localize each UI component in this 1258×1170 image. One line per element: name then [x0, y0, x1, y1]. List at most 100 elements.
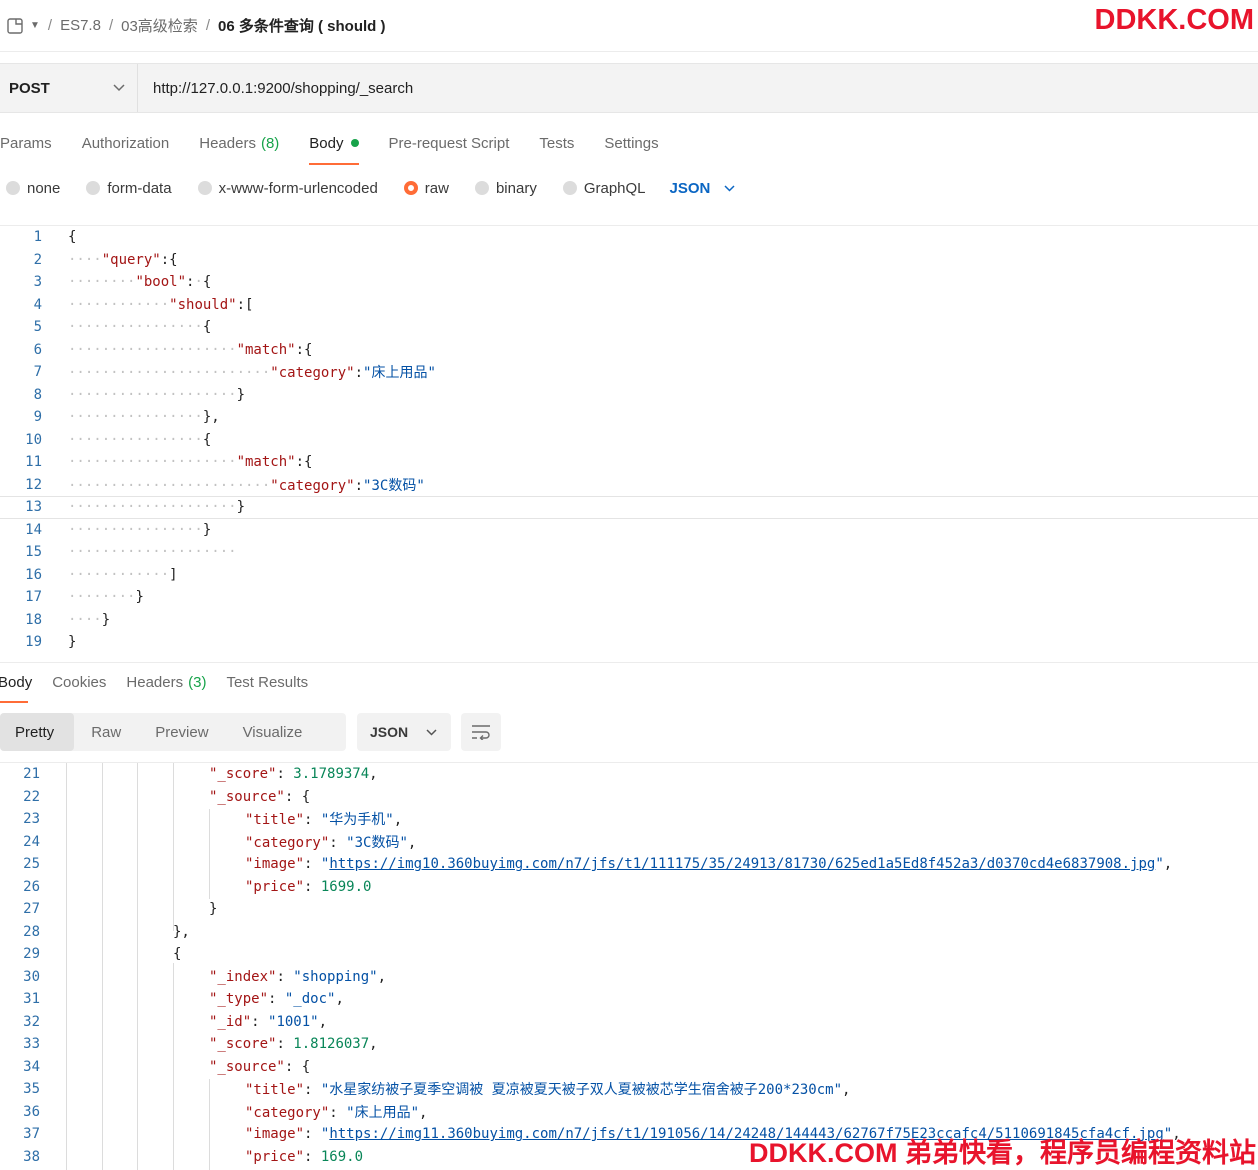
response-body-viewer[interactable]: 21 "_score": 3.1789374, 22 "_source": { 23…: [0, 762, 1258, 1170]
tab-tests[interactable]: Tests: [539, 120, 574, 166]
line-number: 38: [23, 1148, 40, 1165]
code-line: 18 ····}: [0, 609, 1258, 632]
code-text: ············"should":[: [68, 296, 254, 313]
code-line: 11 ····················"match":{: [0, 451, 1258, 474]
tab-settings[interactable]: Settings: [604, 120, 658, 166]
view-visualize-button[interactable]: Visualize: [226, 713, 320, 751]
radio-urlencoded[interactable]: x-www-form-urlencoded: [192, 180, 378, 197]
tab-authorization[interactable]: Authorization: [82, 120, 170, 166]
code-text: {: [68, 229, 77, 246]
breadcrumb-item-advanced-search[interactable]: 03高级检索: [121, 15, 198, 36]
code-text: "title": "水星家纺被子夏季空调被 夏凉被夏天被子双人夏被被芯学生宿舍被…: [245, 1082, 851, 1099]
line-number: 27: [23, 901, 40, 918]
radio-raw-label: raw: [424, 179, 449, 197]
radio-binary[interactable]: binary: [469, 180, 537, 197]
radio-raw[interactable]: raw: [398, 180, 449, 197]
line-number: 21: [23, 766, 40, 783]
resp-line: 31 "_type": "_doc",: [0, 988, 1258, 1011]
tab-headers[interactable]: Headers (8): [199, 120, 279, 166]
code-text: ················{: [68, 431, 212, 448]
radio-circle: [6, 181, 20, 195]
line-number: 25: [23, 856, 40, 873]
code-text: "category": "3C数码",: [245, 834, 417, 851]
radio-graphql[interactable]: GraphQL: [557, 180, 646, 197]
response-tab-headers[interactable]: Headers (3): [126, 663, 206, 703]
json-key: "_score": [209, 766, 277, 783]
response-format-select[interactable]: JSON: [357, 713, 451, 751]
tab-prerequest-script[interactable]: Pre-request Script: [389, 120, 510, 166]
json-key: "_source": [209, 788, 285, 805]
tab-params[interactable]: Params: [0, 120, 52, 166]
code-text: "_index": "shopping",: [209, 968, 387, 985]
code-text: ····················: [68, 544, 237, 561]
radio-none[interactable]: none: [0, 180, 60, 197]
wrap-lines-button[interactable]: [461, 713, 501, 751]
method-label: POST: [9, 79, 50, 97]
chevron-down-icon: [724, 184, 735, 192]
line-number: 33: [23, 1036, 40, 1053]
body-indicator-dot: [350, 139, 359, 147]
response-tab-cookies[interactable]: Cookies: [52, 663, 106, 703]
line-number: 24: [23, 833, 40, 850]
line-number: 3: [33, 274, 42, 291]
view-raw-button[interactable]: Raw: [74, 713, 138, 751]
json-key: "_type": [209, 991, 269, 1008]
body-format-select[interactable]: JSON: [670, 180, 736, 197]
code-line: 4 ············"should":[: [0, 294, 1258, 317]
tab-body[interactable]: Body: [309, 120, 359, 166]
line-number: 36: [23, 1103, 40, 1120]
response-tab-headers-label: Headers: [126, 674, 184, 691]
radio-form-data[interactable]: form-data: [80, 179, 172, 197]
code-text: "_score": 3.1789374,: [209, 766, 378, 783]
url-input[interactable]: http://127.0.0.1:9200/shopping/_search: [138, 80, 413, 97]
json-key: "_index": [209, 968, 277, 985]
resp-line: 33 "_score": 1.8126037,: [0, 1033, 1258, 1056]
response-tab-test-results[interactable]: Test Results: [226, 663, 308, 703]
json-key: "title": [245, 1082, 305, 1099]
collection-icon[interactable]: [6, 17, 24, 35]
code-text: "_source": {: [209, 788, 311, 805]
code-text: ····················"match":{: [68, 454, 313, 471]
image-url-link[interactable]: https://img10.360buyimg.com/n7/jfs/t1/11…: [329, 856, 1155, 872]
code-text: "_source": {: [209, 1058, 311, 1075]
resp-line: 35 "title": "水星家纺被子夏季空调被 夏凉被夏天被子双人夏被被芯学生宿…: [0, 1078, 1258, 1101]
line-number: 8: [33, 386, 42, 403]
code-line: 5 ················{: [0, 316, 1258, 339]
breadcrumb-item-es78[interactable]: ES7.8: [60, 17, 101, 34]
json-number: 169.0: [320, 1148, 364, 1165]
json-key: "query": [101, 251, 161, 268]
body-format-label: JSON: [669, 179, 711, 197]
response-headers-count: (3): [188, 674, 207, 691]
breadcrumb-current-request[interactable]: 06 多条件查询 ( should ): [218, 15, 386, 36]
line-number: 23: [23, 811, 40, 828]
json-key: "image": [245, 856, 305, 873]
line-number: 6: [33, 341, 42, 358]
line-number: 22: [23, 788, 40, 805]
line-number: 19: [25, 634, 42, 651]
radio-form-data-label: form-data: [107, 179, 172, 197]
line-number: 31: [23, 991, 40, 1008]
request-body-editor[interactable]: 1{ 2 ····"query":{ 3 ········"bool":·{ 4 ··…: [0, 225, 1258, 655]
line-number: 28: [23, 923, 40, 940]
json-key: "_score": [209, 1036, 277, 1053]
json-key: "category": [245, 834, 330, 851]
line-number: 10: [25, 431, 42, 448]
response-tab-cookies-label: Cookies: [52, 674, 107, 691]
code-text: },: [173, 923, 190, 940]
json-string: "1001": [268, 1013, 319, 1030]
code-line: 6 ····················"match":{: [0, 339, 1258, 362]
caret-down-icon[interactable]: ▼: [30, 20, 40, 31]
line-number: 32: [23, 1013, 40, 1030]
view-pretty-button[interactable]: Pretty: [0, 713, 75, 751]
json-key: "price": [245, 878, 305, 895]
code-line: 1{: [0, 226, 1258, 249]
json-key: "should": [169, 296, 237, 313]
code-line: 12 ························"category":"3C…: [0, 474, 1258, 497]
response-tab-body[interactable]: Body: [0, 663, 32, 703]
code-text: }: [68, 634, 77, 651]
breadcrumb: ▼ / ES7.8 / 03高级检索 / 06 多条件查询 ( should ): [0, 0, 1258, 52]
view-preview-button[interactable]: Preview: [138, 713, 225, 751]
breadcrumb-separator: /: [47, 17, 53, 34]
tab-prerequest-label: Pre-request Script: [388, 134, 510, 152]
method-select[interactable]: POST: [0, 64, 138, 112]
